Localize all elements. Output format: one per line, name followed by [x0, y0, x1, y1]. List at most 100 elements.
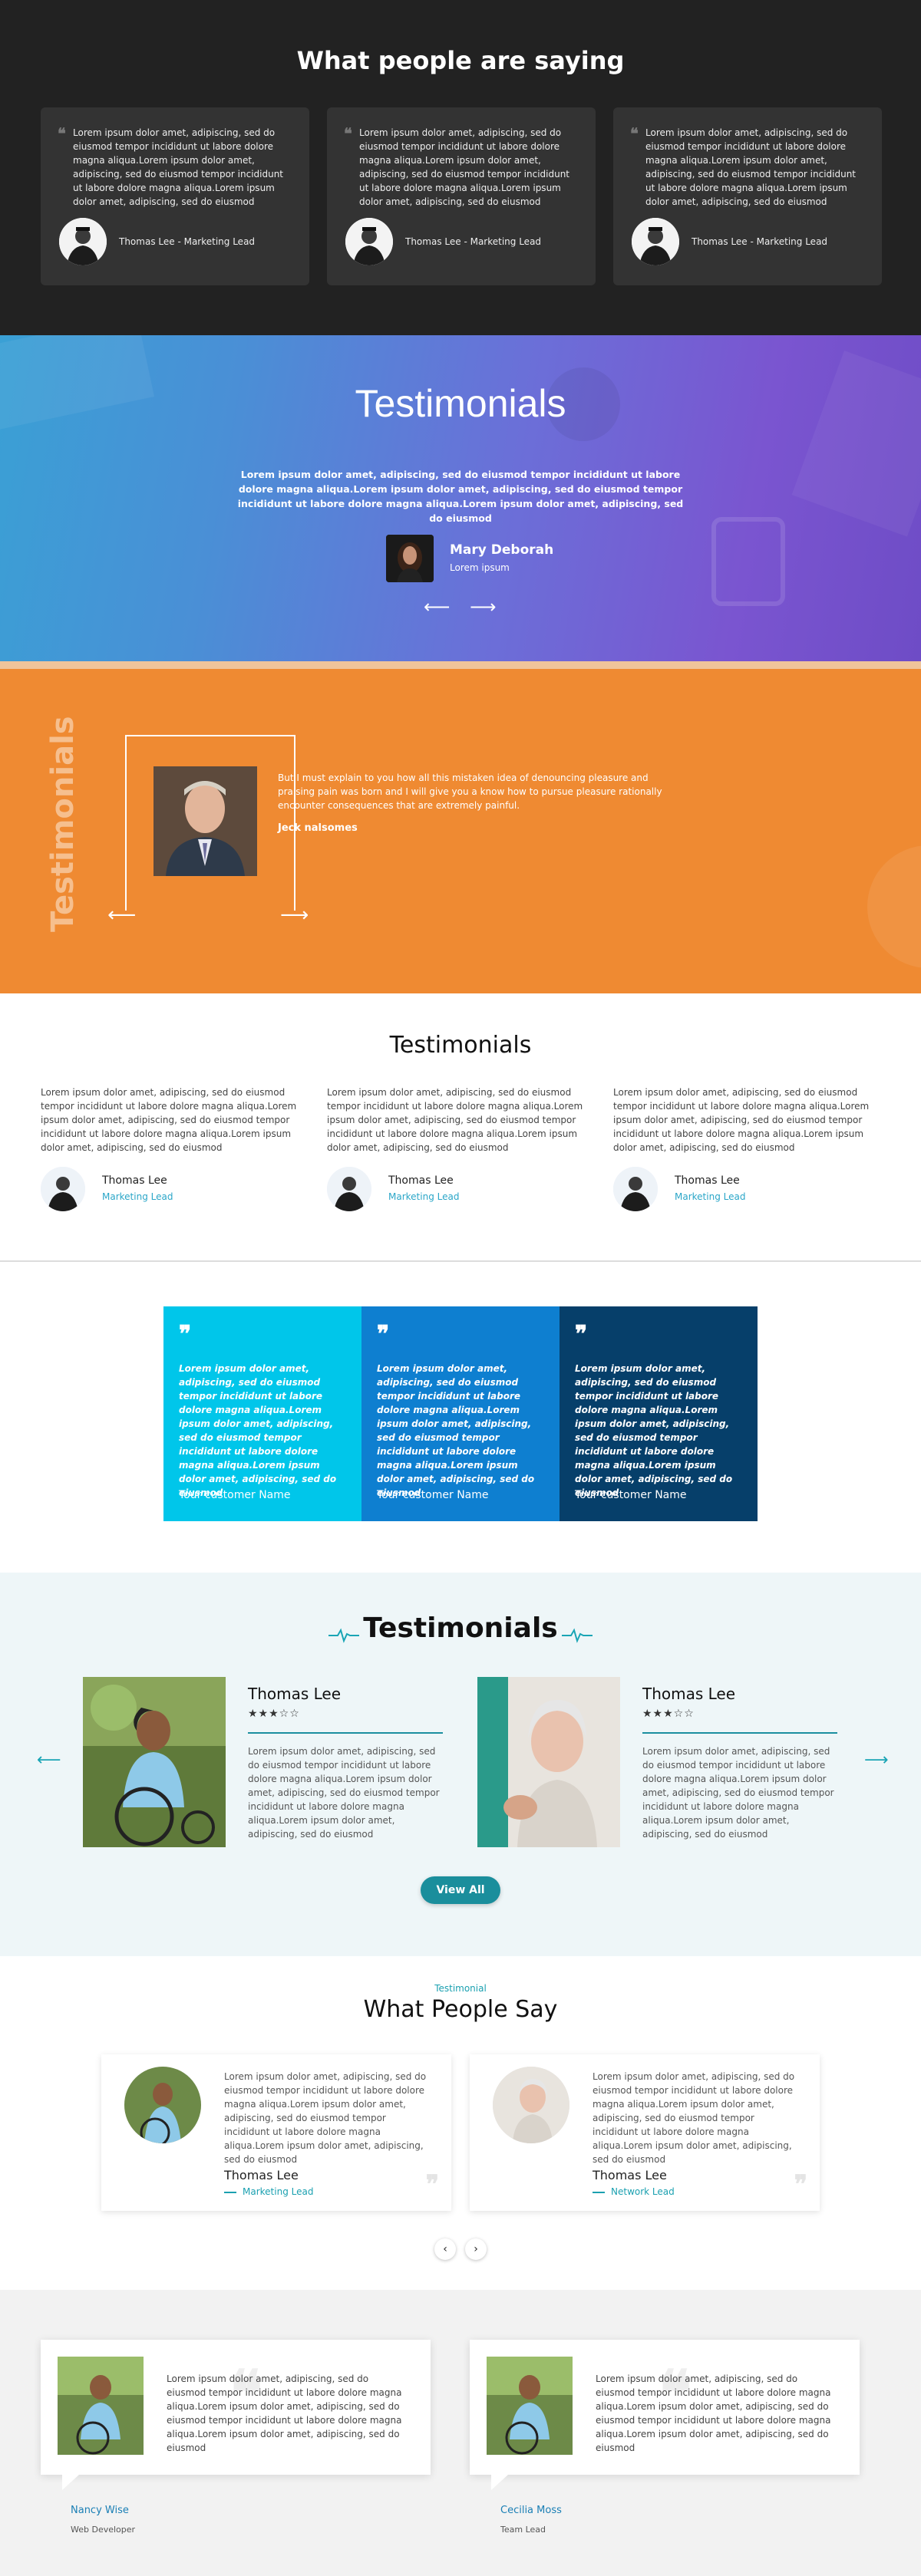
quote-icon: ❞	[575, 1321, 588, 1348]
avatar	[124, 2067, 201, 2143]
testimonial-text: Lorem ipsum dolor amet, adipiscing, sed …	[596, 2373, 831, 2453]
author-photo	[154, 766, 257, 876]
vertical-title: Testimonials	[45, 716, 81, 932]
testimonial-text: Lorem ipsum dolor amet, adipiscing, sed …	[359, 127, 570, 207]
quote-icon: ❞	[425, 2169, 439, 2199]
avatar	[386, 535, 434, 582]
testimonial-text: Lorem ipsum dolor amet, adipiscing, sed …	[613, 1087, 870, 1153]
dark-testimonials-section: What people are saying ❝ Lorem ipsum dol…	[0, 0, 921, 335]
author-name: Thomas Lee	[102, 1174, 167, 1187]
author-role: Marketing Lead	[388, 1191, 460, 1202]
view-all-button[interactable]: View All	[421, 1876, 500, 1904]
testimonial-block: ❞ Lorem ipsum dolor amet, adipiscing, se…	[163, 1306, 361, 1521]
arrow-right-icon[interactable]: ⟶	[864, 1751, 889, 1770]
author-name: Thomas Lee	[248, 1685, 342, 1703]
star-rating: ★★★☆☆	[642, 1708, 695, 1720]
arrow-right-icon[interactable]: ⟶	[280, 904, 309, 927]
author-role: Network Lead	[593, 2186, 675, 2197]
author-name: Thomas Lee - Marketing Lead	[119, 236, 256, 247]
section-title: Testimonials	[355, 382, 566, 425]
arrow-left-icon[interactable]: ⟵	[424, 596, 450, 618]
divider	[248, 1732, 443, 1734]
section-kicker: Testimonial	[434, 1983, 487, 1994]
quote-icon: ❞	[377, 1321, 390, 1348]
color-block-testimonials: ❞ Lorem ipsum dolor amet, adipiscing, se…	[0, 1262, 921, 1573]
speech-bubble-testimonials: ❝ Lorem ipsum dolor amet, adipiscing, se…	[0, 2290, 921, 2576]
testimonial-text: Lorem ipsum dolor amet, adipiscing, sed …	[327, 1087, 583, 1153]
divider	[642, 1732, 837, 1734]
testimonial-card: Thomas Lee ★★★☆☆ Lorem ipsum dolor amet,…	[83, 1677, 443, 1847]
author-role: Marketing Lead	[675, 1191, 746, 1202]
author-photo	[58, 2357, 144, 2455]
customer-name: Tour customer Name	[377, 1489, 489, 1501]
testimonial-text: Lorem ipsum dolor amet, adipiscing, sed …	[575, 1363, 733, 1498]
testimonial-text: But I must explain to you how all this m…	[278, 772, 662, 811]
testimonial-card: ❝ Lorem ipsum dolor amet, adipiscing, se…	[327, 107, 596, 285]
author-name: Thomas Lee	[224, 2168, 299, 2182]
arrow-left-icon[interactable]: ⟵	[37, 1751, 61, 1770]
author-role: Marketing Lead	[224, 2186, 313, 2197]
gradient-testimonial-slider: Testimonials Lorem ipsum dolor amet, adi…	[0, 335, 921, 669]
testimonial-column: Lorem ipsum dolor amet, adipiscing, sed …	[41, 1085, 309, 1211]
heartbeat-icon	[562, 1628, 593, 1643]
author-name: Nancy Wise	[71, 2505, 129, 2516]
testimonial-card: Thomas Lee ★★★☆☆ Lorem ipsum dolor amet,…	[477, 1677, 837, 1847]
testimonial-text: Lorem ipsum dolor amet, adipiscing, sed …	[642, 1746, 834, 1840]
testimonial-text: Lorem ipsum dolor amet, adipiscing, sed …	[167, 2373, 402, 2453]
author-name: Thomas Lee - Marketing Lead	[405, 236, 542, 247]
author-name: Cecilia Moss	[500, 2505, 562, 2516]
quote-icon: ❞	[794, 2169, 807, 2199]
avatar	[327, 1167, 371, 1211]
orange-testimonial-section: Testimonials But I must explain to you h…	[0, 669, 921, 993]
patient-photo	[83, 1677, 226, 1847]
testimonial-card: ❝ Lorem ipsum dolor amet, adipiscing, se…	[613, 107, 882, 285]
quote-icon: ❝	[630, 124, 639, 143]
testimonial-block: ❞ Lorem ipsum dolor amet, adipiscing, se…	[361, 1306, 560, 1521]
patient-photo	[477, 1677, 620, 1847]
author-role: Marketing Lead	[102, 1191, 173, 1202]
testimonial-text: Lorem ipsum dolor amet, adipiscing, sed …	[377, 1363, 535, 1498]
arrow-right-icon[interactable]: ⟶	[470, 596, 496, 618]
quote-icon: ❝	[344, 124, 352, 143]
quote-icon: ❝	[58, 124, 66, 143]
next-button[interactable]: ›	[465, 2238, 487, 2260]
avatar	[632, 218, 679, 265]
section-title: What people are saying	[296, 46, 625, 75]
testimonial-card: Lorem ipsum dolor amet, adipiscing, sed …	[470, 2054, 820, 2211]
avatar	[613, 1167, 658, 1211]
author-name: Thomas Lee	[593, 2168, 667, 2182]
testimonial-block: ❞ Lorem ipsum dolor amet, adipiscing, se…	[560, 1306, 758, 1521]
author-name: Jeck nalsomes	[278, 822, 358, 834]
star-rating: ★★★☆☆	[248, 1708, 300, 1720]
testimonial-text: Lorem ipsum dolor amet, adipiscing, sed …	[224, 2071, 427, 2165]
author-name: Thomas Lee	[675, 1174, 740, 1187]
arrow-left-icon[interactable]: ⟵	[107, 904, 136, 927]
author-name: Thomas Lee	[642, 1685, 736, 1703]
customer-name: Tour customer Name	[179, 1489, 291, 1501]
author-name: Thomas Lee - Marketing Lead	[692, 236, 828, 247]
quote-icon: ❞	[179, 1321, 192, 1348]
what-people-say-section: Testimonial What People Say Lorem ipsum …	[0, 1956, 921, 2290]
white-testimonials-section: Testimonials Lorem ipsum dolor amet, adi…	[0, 993, 921, 1262]
testimonial-card: Lorem ipsum dolor amet, adipiscing, sed …	[101, 2054, 451, 2211]
section-title: Testimonials	[363, 1612, 558, 1644]
author-name: Thomas Lee	[388, 1174, 454, 1187]
frame-gap	[115, 911, 307, 938]
avatar	[59, 218, 107, 265]
testimonial-text: Lorem ipsum dolor amet, adipiscing, sed …	[645, 127, 857, 207]
testimonial-card: ❝ Lorem ipsum dolor amet, adipiscing, se…	[41, 107, 309, 285]
testimonial-text: Lorem ipsum dolor amet, adipiscing, sed …	[41, 1087, 297, 1153]
section-title: Testimonials	[389, 1032, 532, 1059]
author-role: Team Lead	[500, 2525, 546, 2535]
testimonial-text: Lorem ipsum dolor amet, adipiscing, sed …	[593, 2071, 795, 2165]
author-role: Web Developer	[71, 2525, 136, 2535]
testimonial-column: Lorem ipsum dolor amet, adipiscing, sed …	[327, 1085, 596, 1211]
medical-testimonials-section: Testimonials ⟵ Thomas Lee ★★★☆☆ Lorem ip…	[0, 1573, 921, 1956]
testimonial-card: ❝ Lorem ipsum dolor amet, adipiscing, se…	[41, 2340, 431, 2490]
avatar	[41, 1167, 85, 1211]
testimonial-card: ❝ Lorem ipsum dolor amet, adipiscing, se…	[470, 2340, 860, 2490]
author-photo	[487, 2357, 573, 2455]
testimonial-column: Lorem ipsum dolor amet, adipiscing, sed …	[613, 1085, 882, 1211]
author-role: Lorem ipsum	[450, 562, 510, 573]
prev-button[interactable]: ‹	[434, 2238, 456, 2260]
